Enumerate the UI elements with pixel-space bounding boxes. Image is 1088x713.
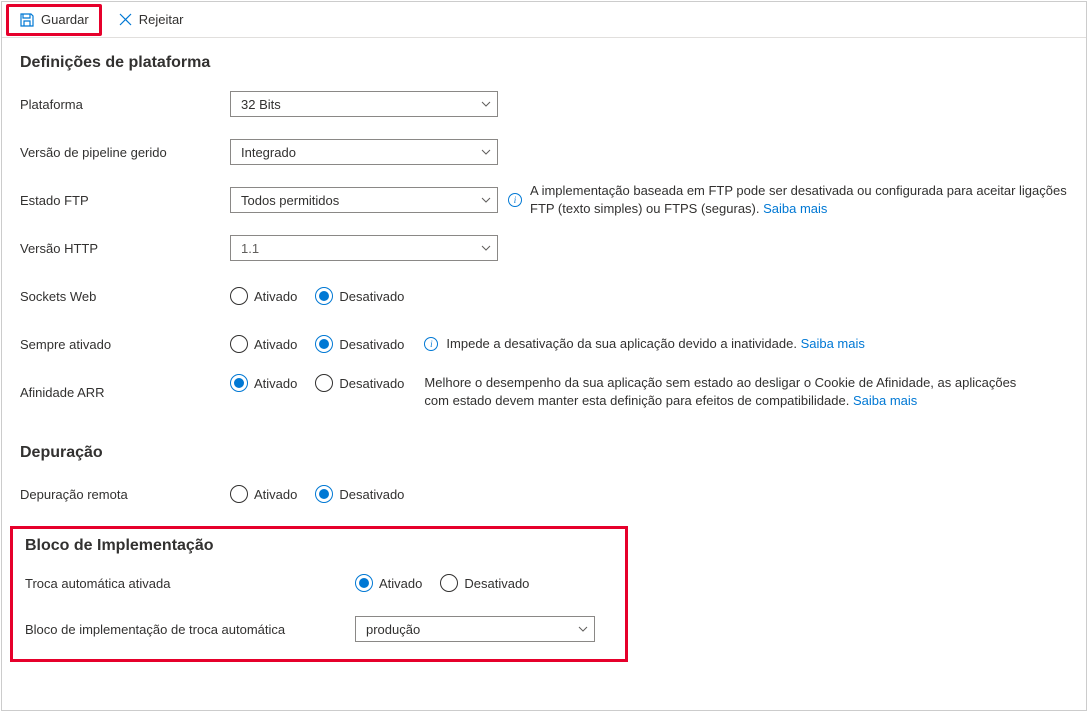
autoswap-on-radio[interactable]: Ativado [355,574,422,592]
save-button[interactable]: Guardar [9,8,99,32]
sockets-label: Sockets Web [20,289,230,304]
arr-learn-more-link[interactable]: Saiba mais [853,393,917,408]
arr-info-wrap: Melhore o desempenho da sua aplicação se… [424,374,1044,409]
platform-select[interactable]: 32 Bits [230,91,498,117]
info-icon: i [508,193,522,207]
toolbar: Guardar Rejeitar [2,2,1086,38]
platform-row: Plataforma 32 Bits [20,84,1068,124]
pipeline-row: Versão de pipeline gerido Integrado [20,132,1068,172]
remote-debug-row: Depuração remota Ativado Desativado [20,474,1068,514]
chevron-down-icon [481,195,491,205]
autoswap-slot-label: Bloco de implementação de troca automáti… [25,622,355,637]
http-label: Versão HTTP [20,241,230,256]
remote-debug-off-radio[interactable]: Desativado [315,485,404,503]
close-icon [118,12,133,27]
discard-button[interactable]: Rejeitar [108,8,194,31]
ftp-info-text: A implementação baseada em FTP pode ser … [530,182,1068,217]
arr-info-text: Melhore o desempenho da sua aplicação se… [424,374,1044,409]
ftp-value: Todos permitidos [241,193,339,208]
sockets-row: Sockets Web Ativado Desativado [20,276,1068,316]
chevron-down-icon [578,624,588,634]
remote-debug-label: Depuração remota [20,487,230,502]
platform-section: Definições de plataforma Plataforma 32 B… [2,38,1086,412]
chevron-down-icon [481,147,491,157]
sockets-off-radio[interactable]: Desativado [315,287,404,305]
arr-radio-group: Ativado Desativado [230,374,404,392]
platform-title: Definições de plataforma [20,54,1068,72]
platform-label: Plataforma [20,97,230,112]
sockets-radio-group: Ativado Desativado [230,287,404,305]
autoswap-row: Troca automática ativada Ativado Desativ… [25,567,613,599]
arr-on-radio[interactable]: Ativado [230,374,297,392]
debug-section: Depuração Depuração remota Ativado Desat… [2,420,1086,514]
discard-label: Rejeitar [139,12,184,27]
autoswap-slot-value: produção [366,622,420,637]
autoswap-slot-select[interactable]: produção [355,616,595,642]
chevron-down-icon [481,99,491,109]
pipeline-select[interactable]: Integrado [230,139,498,165]
alwayson-radio-group: Ativado Desativado [230,335,404,353]
autoswap-off-radio[interactable]: Desativado [440,574,529,592]
arr-row: Afinidade ARR Ativado Desativado Melhore… [20,372,1068,412]
platform-value: 32 Bits [241,97,281,112]
alwayson-learn-more-link[interactable]: Saiba mais [801,336,865,351]
alwayson-info-wrap: i Impede a desativação da sua aplicação … [424,335,864,353]
alwayson-row: Sempre ativado Ativado Desativado i Impe… [20,324,1068,364]
pipeline-label: Versão de pipeline gerido [20,145,230,160]
autoswap-radio-group: Ativado Desativado [355,574,529,592]
sockets-on-radio[interactable]: Ativado [230,287,297,305]
save-highlight: Guardar [6,4,102,36]
ftp-info-wrap: i A implementação baseada em FTP pode se… [508,182,1068,217]
ftp-select[interactable]: Todos permitidos [230,187,498,213]
ftp-label: Estado FTP [20,193,230,208]
alwayson-info-text: Impede a desativação da sua aplicação de… [446,335,864,353]
remote-debug-on-radio[interactable]: Ativado [230,485,297,503]
alwayson-off-radio[interactable]: Desativado [315,335,404,353]
arr-off-radio[interactable]: Desativado [315,374,404,392]
http-select[interactable]: 1.1 [230,235,498,261]
autoswap-label: Troca automática ativada [25,576,355,591]
slot-title: Bloco de Implementação [25,537,613,555]
ftp-row: Estado FTP Todos permitidos i A implemen… [20,180,1068,220]
autoswap-slot-row: Bloco de implementação de troca automáti… [25,613,613,645]
save-label: Guardar [41,12,89,27]
ftp-learn-more-link[interactable]: Saiba mais [763,201,827,216]
remote-debug-radio-group: Ativado Desativado [230,485,404,503]
info-icon: i [424,337,438,351]
chevron-down-icon [481,243,491,253]
deployment-slot-highlight: Bloco de Implementação Troca automática … [10,526,628,662]
alwayson-on-radio[interactable]: Ativado [230,335,297,353]
pipeline-value: Integrado [241,145,296,160]
save-icon [19,12,35,28]
page-container: Guardar Rejeitar Definições de plataform… [1,1,1087,711]
http-row: Versão HTTP 1.1 [20,228,1068,268]
arr-label: Afinidade ARR [20,385,230,400]
debug-title: Depuração [20,444,1068,462]
http-value: 1.1 [241,241,259,256]
alwayson-label: Sempre ativado [20,337,230,352]
